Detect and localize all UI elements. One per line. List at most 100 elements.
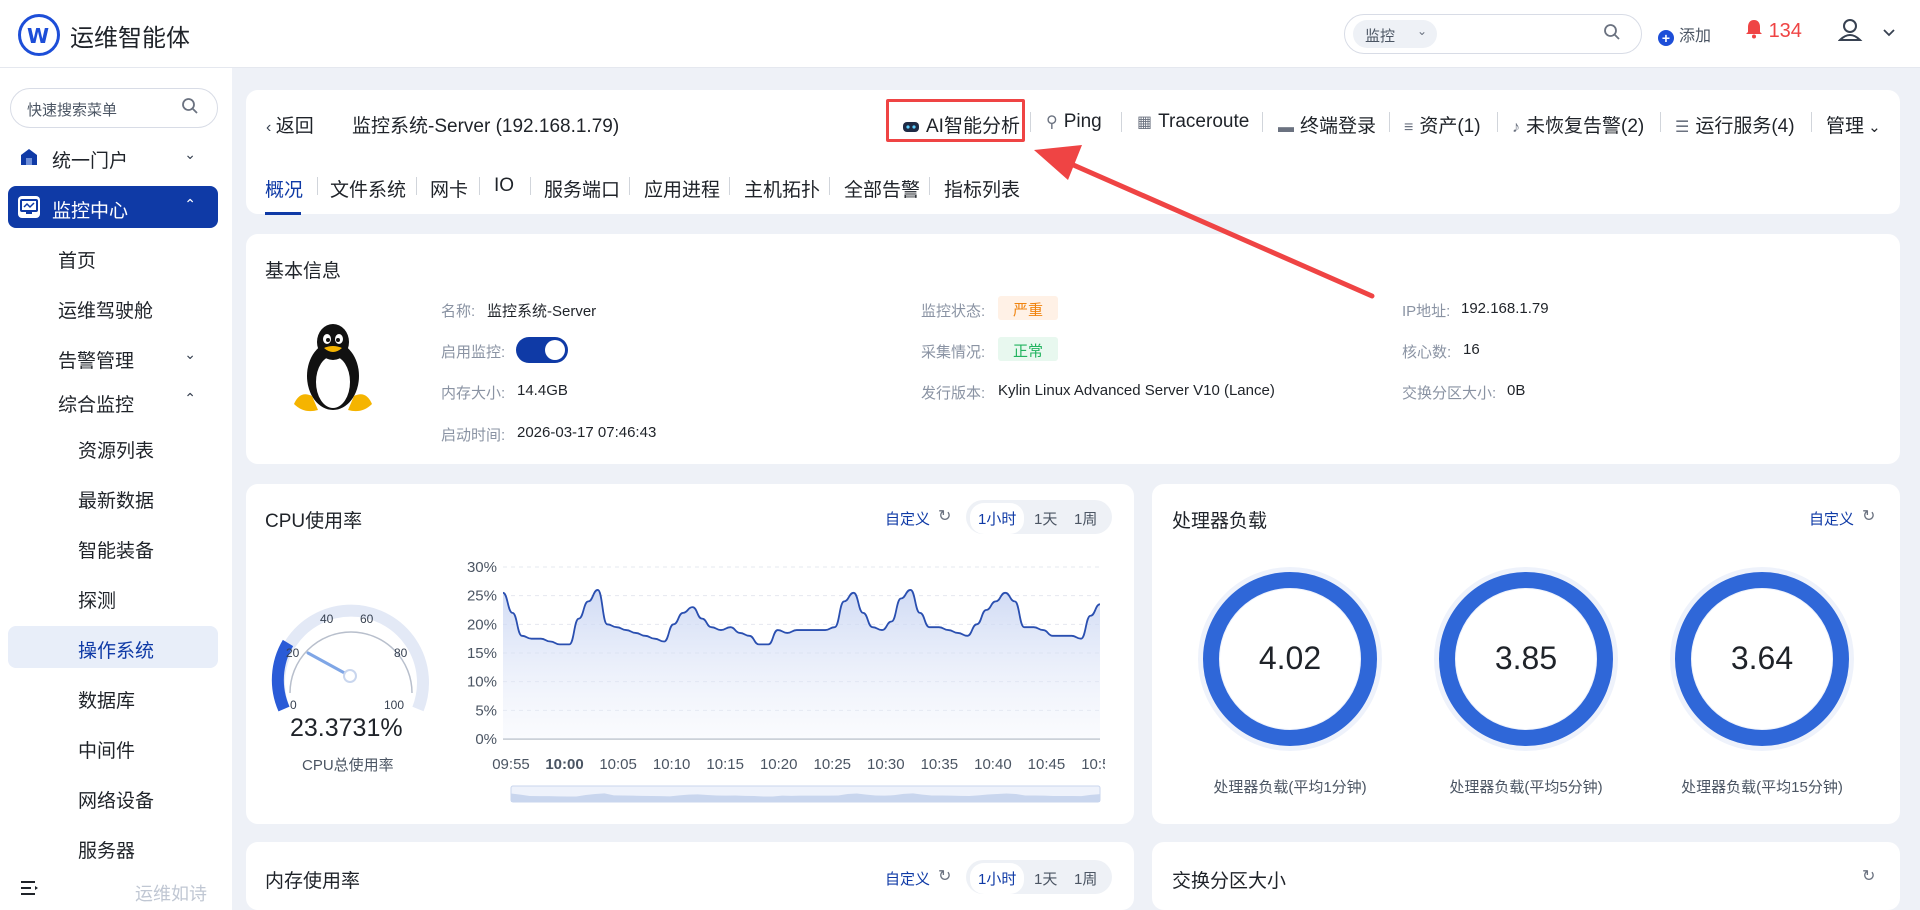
range-1w[interactable]: 1周: [1074, 508, 1097, 529]
search-scope-select[interactable]: 监控 ⌄: [1353, 20, 1437, 48]
refresh-icon[interactable]: ↻: [1862, 506, 1875, 526]
sidebar-item-label: 操作系统: [78, 641, 155, 662]
user-menu[interactable]: [1837, 18, 1898, 53]
memory-label: 内存大小:: [441, 385, 506, 402]
tab-filesystem[interactable]: 文件系统: [330, 175, 406, 202]
user-icon: [1837, 19, 1895, 41]
plus-icon: +: [1658, 30, 1674, 46]
x-tick-label: 10:50: [1081, 756, 1105, 773]
x-tick-label: 09:55: [492, 756, 530, 773]
traceroute-button[interactable]: ▦ Traceroute: [1137, 111, 1249, 133]
global-search[interactable]: 监控 ⌄: [1344, 14, 1642, 54]
range-1d[interactable]: 1天: [1034, 868, 1057, 889]
load-ring-label: 处理器负载(平均15分钟): [1681, 779, 1843, 796]
sidebar-item-integrated-monitor[interactable]: 综合监控 ⌃: [8, 380, 218, 422]
refresh-icon[interactable]: ↻: [938, 866, 951, 886]
monitor-enabled-toggle[interactable]: [516, 337, 568, 363]
sidebar-item-label: 智能装备: [78, 541, 155, 562]
cpu-custom-link[interactable]: 自定义: [885, 508, 930, 529]
tab-nic[interactable]: 网卡: [430, 175, 468, 202]
add-button[interactable]: + 添加: [1658, 22, 1711, 46]
sidebar-item-cockpit[interactable]: 运维驾驶舱: [8, 286, 218, 328]
x-tick-label: 10:35: [921, 756, 959, 773]
sidebar-slogan: 运维如诗: [135, 884, 207, 904]
range-1h[interactable]: 1小时: [970, 863, 1025, 894]
y-tick-label: 15%: [467, 645, 497, 662]
load-ring-label: 处理器负载(平均1分钟): [1213, 779, 1367, 796]
app-logo[interactable]: W: [18, 14, 60, 56]
basic-info-title: 基本信息: [265, 261, 342, 282]
sidebar-item-smart-equipment[interactable]: 智能装备: [8, 526, 218, 568]
cpu-gauge-label: CPU总使用率: [302, 757, 394, 774]
menu-search-input[interactable]: 快速搜索菜单: [10, 88, 218, 128]
x-tick-label: 10:20: [760, 756, 798, 773]
sidebar-item-server[interactable]: 服务器: [8, 826, 218, 868]
load-custom-link[interactable]: 自定义: [1809, 508, 1854, 529]
ai-analysis-button[interactable]: AI智能分析: [902, 111, 1020, 138]
range-1h[interactable]: 1小时: [970, 503, 1025, 534]
ping-button[interactable]: ⚲ Ping: [1046, 111, 1102, 133]
terminal-login-button[interactable]: ▬ 终端登录: [1278, 111, 1376, 138]
tab-overview[interactable]: 概况: [265, 175, 303, 202]
boot-time-label: 启动时间:: [441, 427, 506, 444]
x-tick-label: 10:10: [653, 756, 691, 773]
alarm-button[interactable]: 134: [1745, 19, 1802, 43]
route-icon: ▦: [1137, 114, 1153, 131]
terminal-icon: ▬: [1278, 119, 1294, 136]
action-label: 未恢复告警(2): [1526, 116, 1645, 137]
chevron-left-icon: ‹: [266, 119, 276, 136]
tab-service-ports[interactable]: 服务端口: [544, 175, 620, 202]
assets-button[interactable]: ≡ 资产(1): [1404, 111, 1481, 138]
refresh-icon[interactable]: ↻: [1862, 866, 1875, 886]
search-icon[interactable]: [1603, 23, 1621, 46]
tab-metric-list[interactable]: 指标列表: [944, 175, 1020, 202]
sidebar-item-portal[interactable]: 统一门户 ⌄: [8, 136, 218, 178]
cpu-gauge-value: 23.3731%: [290, 714, 403, 742]
sidebar-item-database[interactable]: 数据库: [8, 676, 218, 718]
top-bar: W 运维智能体 监控 ⌄ + 添加 134: [0, 0, 1920, 68]
sidebar-item-latest-data[interactable]: 最新数据: [8, 476, 218, 518]
back-button[interactable]: ‹ 返回: [266, 111, 314, 138]
sidebar-item-label: 网络设备: [78, 791, 155, 812]
tab-all-alarms[interactable]: 全部告警: [844, 175, 920, 202]
y-tick-label: 25%: [467, 588, 497, 605]
mem-custom-link[interactable]: 自定义: [885, 868, 930, 889]
action-label: Traceroute: [1158, 111, 1250, 132]
cpu-gauge: [271, 604, 429, 712]
sidebar-item-label: 综合监控: [58, 395, 135, 416]
divider: [1497, 112, 1498, 132]
refresh-icon[interactable]: ↻: [938, 506, 951, 526]
toggle-knob: [545, 340, 565, 360]
y-tick-label: 30%: [467, 559, 497, 576]
sidebar-item-resource-list[interactable]: 资源列表: [8, 426, 218, 468]
tab-host-topology[interactable]: 主机拓扑: [744, 175, 820, 202]
app-title: 运维智能体: [70, 25, 190, 52]
x-tick-label: 10:25: [813, 756, 851, 773]
release-value: Kylin Linux Advanced Server V10 (Lance): [998, 382, 1275, 399]
sidebar-item-os[interactable]: 操作系统: [8, 626, 218, 668]
sidebar-item-middleware[interactable]: 中间件: [8, 726, 218, 768]
cpu-range-selector: 1小时 1天 1周: [966, 500, 1112, 534]
running-services-button[interactable]: ☰ 运行服务(4): [1675, 111, 1795, 138]
range-1d[interactable]: 1天: [1034, 508, 1057, 529]
range-1w[interactable]: 1周: [1074, 868, 1097, 889]
unresolved-alarms-button[interactable]: ♪ 未恢复告警(2): [1512, 111, 1644, 138]
cpu-line-chart: 30% 25% 20% 15% 10% 5% 0% 09:55 10:00 10:05 10:10 1…: [467, 559, 1105, 803]
sidebar-item-probe[interactable]: 探测: [8, 576, 218, 618]
portal-icon: [18, 146, 40, 168]
tab-app-processes[interactable]: 应用进程: [644, 175, 720, 202]
swap-label: 交换分区大小:: [1402, 385, 1497, 402]
add-label: 添加: [1679, 28, 1712, 45]
sidebar-item-alarm-mgmt[interactable]: 告警管理 ⌄: [8, 336, 218, 378]
collapse-menu-icon[interactable]: [20, 880, 40, 901]
manage-dropdown[interactable]: 管理 ⌄: [1826, 111, 1881, 138]
sidebar-item-network[interactable]: 网络设备: [8, 776, 218, 818]
cores-label: 核心数:: [1402, 344, 1452, 361]
logo-glyph: W: [27, 24, 50, 48]
search-icon: [181, 97, 199, 120]
chevron-down-icon: ⌄: [184, 346, 196, 362]
sidebar-item-home[interactable]: 首页: [8, 236, 218, 278]
swap-value: 0B: [1507, 382, 1526, 399]
sidebar-item-monitor-center[interactable]: 监控中心 ⌃: [8, 186, 218, 228]
tab-io[interactable]: IO: [494, 175, 514, 197]
